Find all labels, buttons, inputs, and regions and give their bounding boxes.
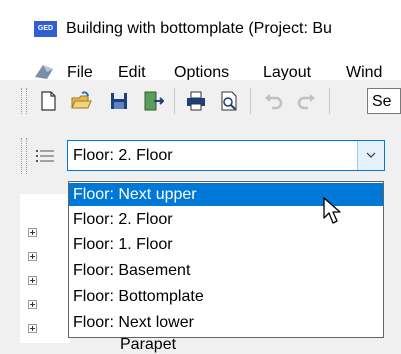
exit-icon[interactable] xyxy=(142,90,164,112)
combobox-dropdown-button[interactable] xyxy=(357,141,384,170)
toolbar-separator xyxy=(174,88,175,114)
floor-option-basement[interactable]: Floor: Basement xyxy=(69,259,383,282)
app-logo-icon: GED xyxy=(34,21,57,37)
floor-toolbar-grip[interactable] xyxy=(21,138,27,174)
open-folder-icon[interactable] xyxy=(70,90,92,112)
window-title: Building with bottomplate (Project: Bu xyxy=(66,20,332,37)
print-icon[interactable] xyxy=(185,90,207,112)
mouse-pointer-icon xyxy=(323,197,341,224)
redo-icon[interactable] xyxy=(296,90,318,112)
toolbar-separator xyxy=(329,88,330,114)
toolbar-search-box[interactable]: Se xyxy=(367,88,401,114)
floor-list-icon xyxy=(36,150,54,162)
title-bar: GED Building with bottomplate (Project: … xyxy=(0,0,401,38)
floor-toolbar: Floor: 2. Floor xyxy=(0,132,401,182)
main-toolbar: Se xyxy=(0,80,401,120)
floor-combobox-value: Floor: 2. Floor xyxy=(73,147,173,164)
chevron-down-icon xyxy=(366,152,376,158)
system-menu-icon[interactable] xyxy=(33,63,55,81)
toolbar-separator xyxy=(250,88,251,114)
tree-item-label: Parapet xyxy=(120,336,177,353)
floor-option-1-floor[interactable]: Floor: 1. Floor xyxy=(69,233,383,256)
floor-option-bottomplate[interactable]: Floor: Bottomplate xyxy=(69,285,383,308)
print-preview-icon[interactable] xyxy=(218,90,240,112)
menu-bar: File Edit Options Layout Wind xyxy=(0,38,401,81)
new-file-icon[interactable] xyxy=(37,90,59,112)
tree-expand-icon[interactable] xyxy=(28,252,37,261)
save-icon[interactable] xyxy=(108,90,130,112)
tree-expand-icon[interactable] xyxy=(28,324,37,333)
tree-expand-icon[interactable] xyxy=(28,228,37,237)
toolbar-grip[interactable] xyxy=(21,88,27,114)
tree-expand-icon[interactable] xyxy=(28,300,37,309)
floor-option-next-lower[interactable]: Floor: Next lower xyxy=(69,311,383,334)
undo-icon[interactable] xyxy=(262,90,284,112)
floor-combobox[interactable]: Floor: 2. Floor xyxy=(67,140,385,171)
tree-expand-icon[interactable] xyxy=(28,276,37,285)
object-tree xyxy=(20,194,70,343)
